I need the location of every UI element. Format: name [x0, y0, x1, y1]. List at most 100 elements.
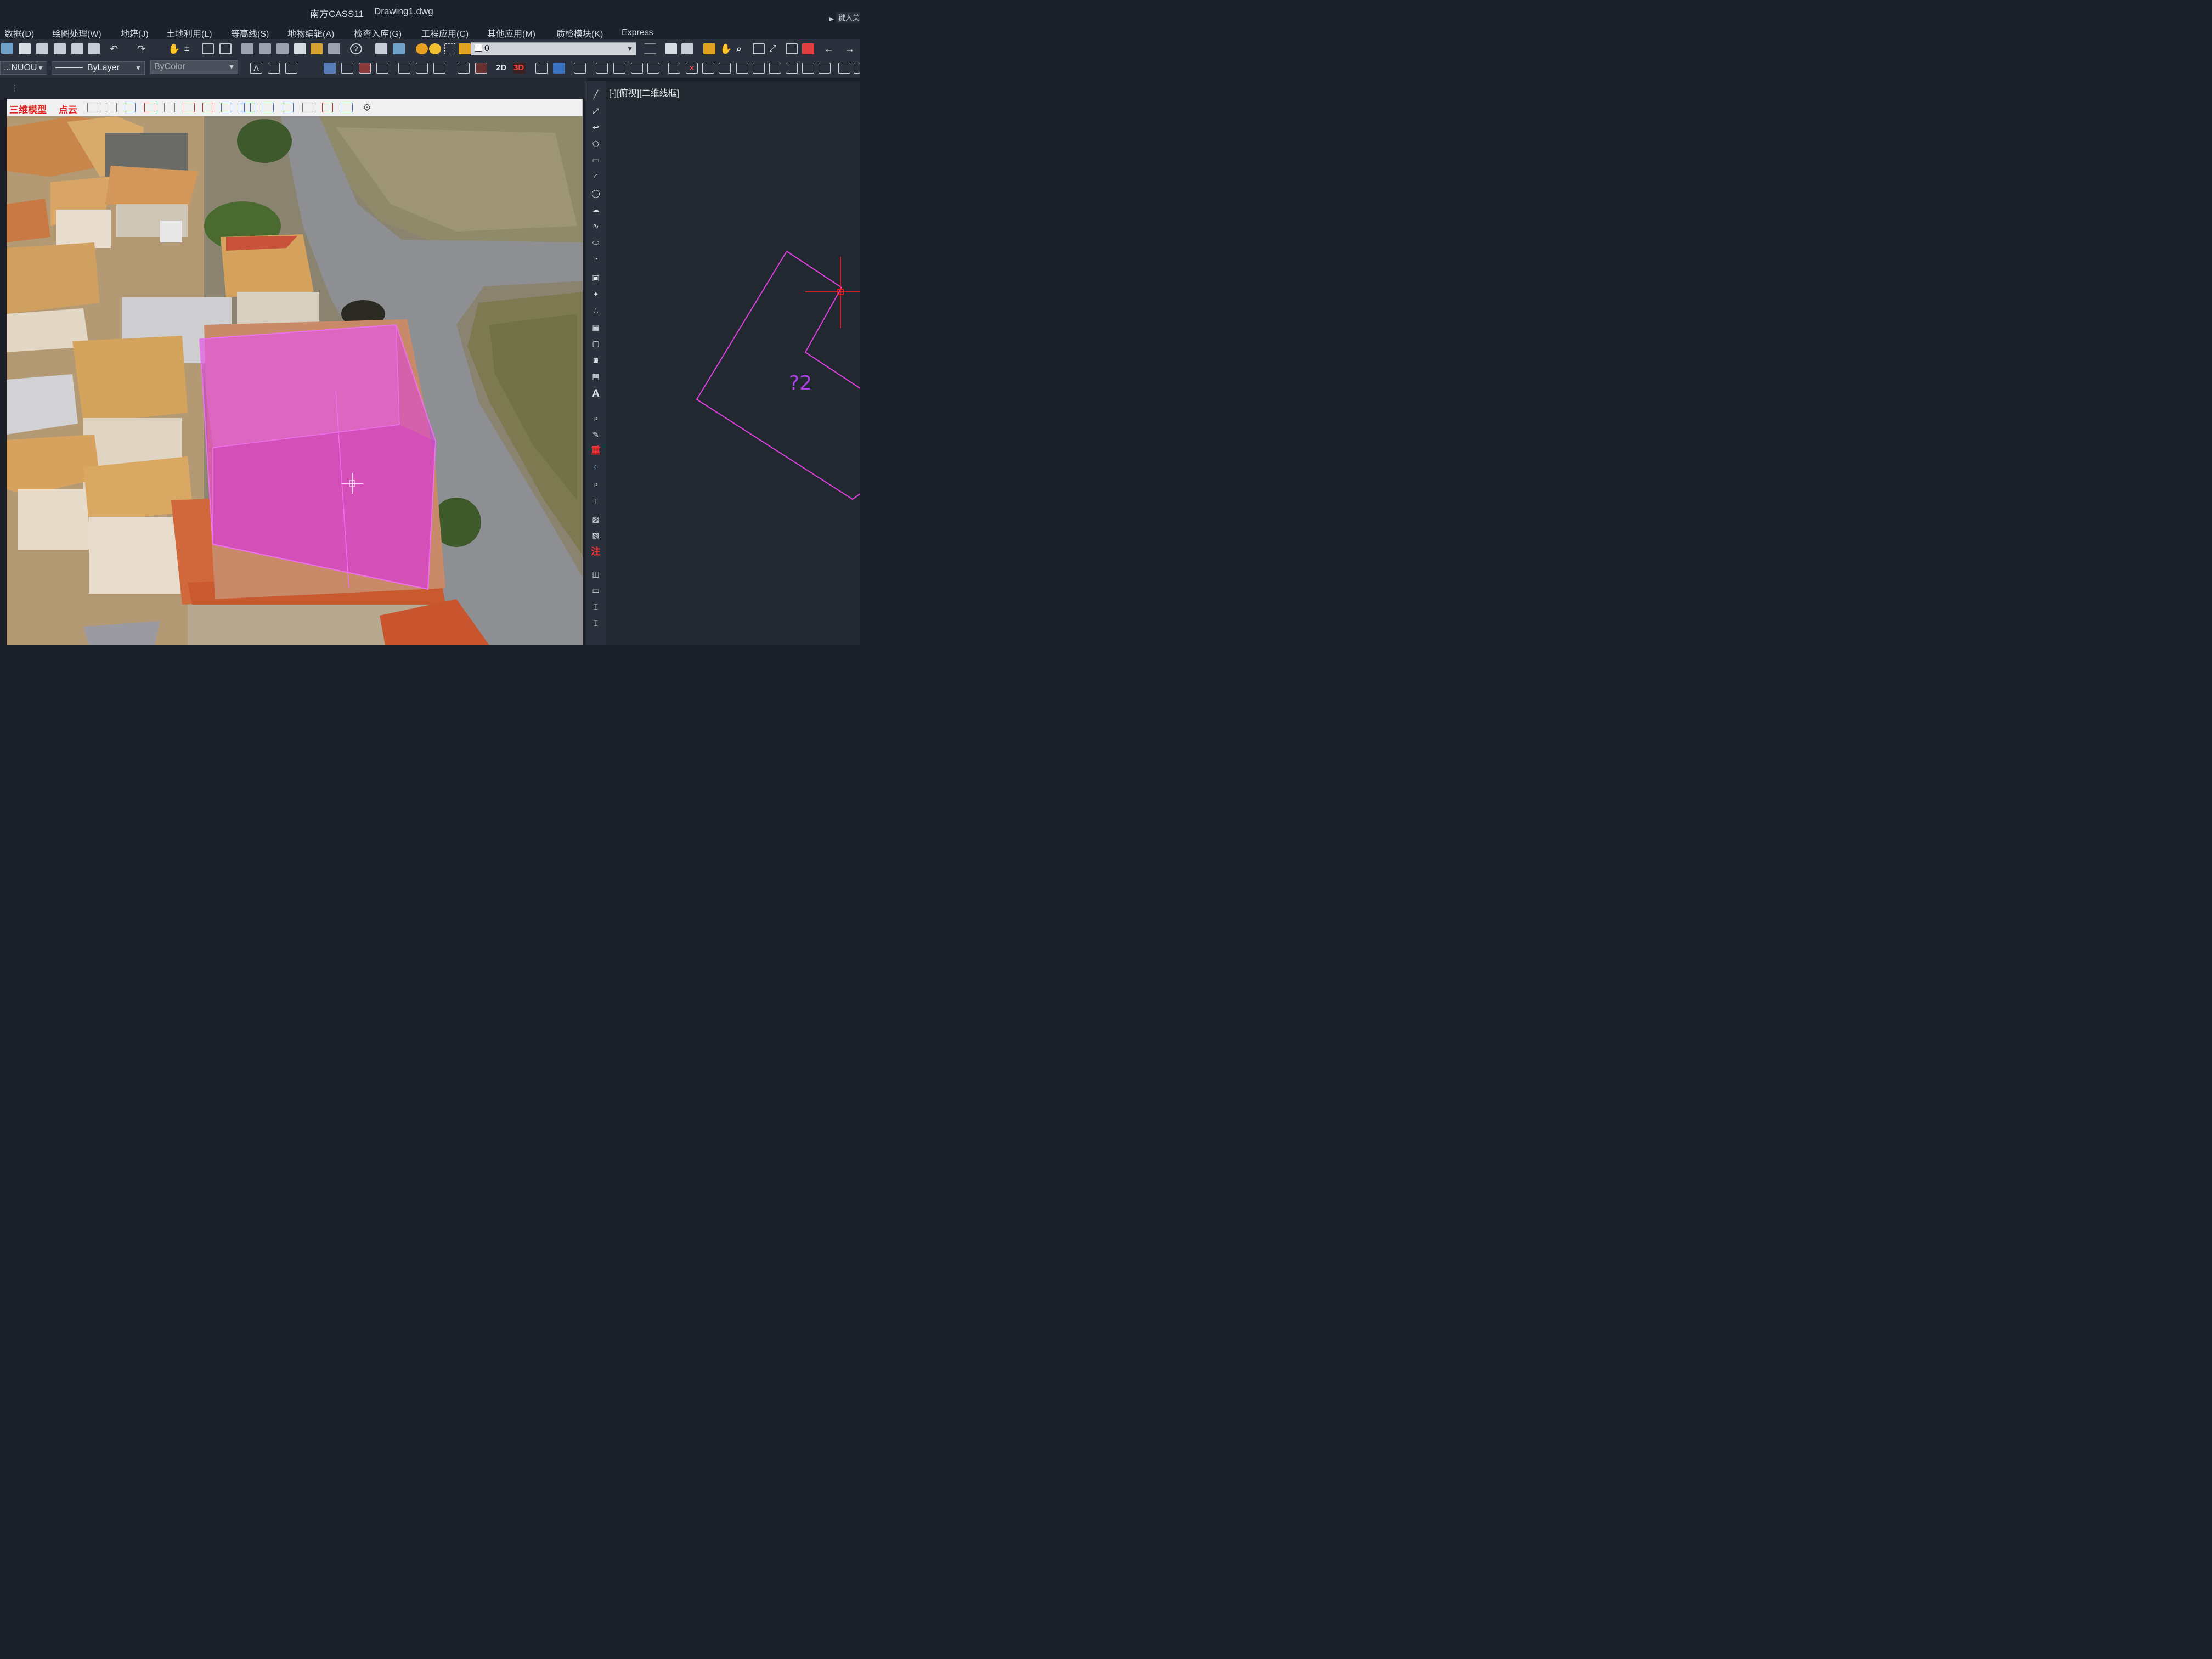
pen-draw-icon[interactable] — [202, 103, 213, 112]
globe-icon[interactable] — [1, 43, 13, 54]
sheet-set-icon[interactable] — [294, 43, 306, 54]
elevation-icon[interactable] — [596, 63, 608, 74]
block-insert-icon[interactable] — [324, 63, 336, 74]
edit-line-icon[interactable] — [719, 63, 731, 74]
paste-icon[interactable] — [54, 43, 66, 54]
line-icon[interactable]: ╱ — [590, 89, 602, 100]
copy-icon[interactable] — [36, 43, 48, 54]
forward-arrow-icon[interactable]: → — [845, 43, 857, 54]
menu-engineering[interactable]: 工程应用(C) — [421, 26, 469, 40]
menu-draw[interactable]: 绘图处理(W) — [52, 26, 101, 40]
image2-icon[interactable]: ▧ — [590, 530, 602, 541]
pan-icon[interactable]: ✋ — [168, 43, 180, 54]
polyline-icon[interactable]: ↩ — [590, 122, 602, 133]
delete-point-icon[interactable]: ✕ — [686, 63, 698, 74]
copy-red-icon[interactable] — [322, 103, 333, 112]
search-input[interactable]: 键入关 — [836, 12, 860, 24]
slope-icon[interactable] — [184, 103, 195, 112]
undo-icon[interactable]: ↶ — [110, 43, 122, 54]
revision-cloud-icon[interactable]: ☁ — [590, 204, 602, 215]
menu-quality[interactable]: 质检模块(K) — [556, 26, 603, 40]
image-icon[interactable]: ▨ — [590, 514, 602, 524]
spline-icon[interactable]: ∿ — [590, 221, 602, 232]
magnifier-icon[interactable]: ⌕ — [736, 43, 748, 54]
color-dropdown[interactable]: ByColor ▼ — [150, 60, 238, 74]
delete-vertex-icon[interactable] — [263, 103, 274, 112]
table-style-icon[interactable] — [285, 63, 297, 74]
zoom-previous-icon[interactable] — [219, 43, 232, 54]
tool-palette-icon[interactable] — [276, 43, 289, 54]
dim-linear-icon[interactable] — [398, 63, 410, 74]
water-icon[interactable] — [221, 103, 232, 112]
highlight-icon[interactable] — [802, 43, 814, 54]
match-properties-icon[interactable] — [71, 43, 83, 54]
ruler-icon[interactable]: ⌶ — [590, 618, 602, 629]
menu-data[interactable]: 数据(D) — [4, 26, 34, 40]
menu-check[interactable]: 检查入库(G) — [354, 26, 402, 40]
dim-aligned-icon[interactable] — [416, 63, 428, 74]
block-delete-icon[interactable] — [359, 63, 371, 74]
more-icon[interactable] — [854, 63, 860, 74]
zoom-window-icon[interactable] — [202, 43, 214, 54]
insert-block-icon[interactable]: ▣ — [590, 272, 602, 283]
menu-feature-edit[interactable]: 地物编辑(A) — [287, 26, 334, 40]
block-edit-icon[interactable] — [376, 63, 388, 74]
layer-name-dropdown[interactable]: ...NUOU ▼ — [0, 61, 47, 75]
snap-point-icon[interactable] — [244, 103, 255, 112]
cube-blue-icon[interactable] — [125, 103, 136, 112]
model-viewport[interactable] — [7, 116, 583, 645]
ellipse-icon[interactable]: ⬭ — [590, 237, 602, 248]
layer-dropdown[interactable]: 0 ▼ — [471, 42, 636, 55]
redo-icon[interactable]: ↷ — [137, 43, 149, 54]
ellipse-arc-icon[interactable]: ◔ — [590, 253, 602, 264]
polygon-icon[interactable]: ⬠ — [590, 138, 602, 149]
gradient-icon[interactable]: ▢ — [590, 338, 602, 349]
menu-cadastre[interactable]: 地籍(J) — [121, 26, 149, 40]
list-icon[interactable] — [819, 63, 831, 74]
split-icon[interactable]: ⌶ — [590, 601, 602, 612]
connect-points-icon[interactable] — [342, 103, 353, 112]
linetype-dropdown[interactable]: ByLayer ▼ — [52, 61, 145, 75]
save-icon[interactable] — [681, 43, 693, 54]
eraser-icon[interactable] — [703, 43, 715, 54]
settings-gear-icon[interactable]: ⚙ — [362, 103, 373, 112]
contour-icon[interactable] — [613, 63, 625, 74]
shade-icon[interactable] — [535, 63, 548, 74]
dots-icon[interactable]: ⁘ — [590, 462, 602, 473]
connect-icon[interactable] — [769, 63, 781, 74]
move-point-icon[interactable] — [702, 63, 714, 74]
properties-icon[interactable] — [241, 43, 253, 54]
view-box-red-icon[interactable] — [475, 63, 487, 74]
circle-icon[interactable]: ◯ — [590, 188, 602, 199]
profile-icon[interactable] — [144, 103, 155, 112]
table-icon[interactable]: ▤ — [590, 371, 602, 382]
layer-state-icon[interactable] — [393, 43, 405, 54]
render-icon[interactable] — [553, 63, 565, 74]
hatch-icon[interactable]: ▦ — [590, 321, 602, 332]
zoom-realtime-icon[interactable]: ± — [184, 43, 196, 54]
bulb-on-icon[interactable] — [416, 43, 428, 54]
point-edit-icon[interactable] — [668, 63, 680, 74]
view-3d-button[interactable]: 3D — [514, 63, 526, 74]
multileader-icon[interactable] — [303, 63, 315, 74]
menu-express[interactable]: Express — [622, 28, 653, 38]
tab-3d-model[interactable]: 三维模型 — [9, 102, 47, 116]
construction-line-icon[interactable]: ⤢ — [590, 105, 602, 116]
open-folder-icon[interactable] — [665, 43, 677, 54]
sun-icon[interactable] — [429, 43, 441, 54]
menu-land-use[interactable]: 土地利用(L) — [166, 26, 212, 40]
cube-select-icon[interactable] — [106, 103, 117, 112]
extend-icon[interactable] — [802, 63, 814, 74]
lock-icon[interactable] — [459, 43, 471, 54]
help-icon[interactable]: ? — [350, 43, 362, 54]
auto-contour-icon[interactable] — [647, 63, 659, 74]
markup-icon[interactable] — [311, 43, 323, 54]
elevation-mark-icon[interactable] — [164, 103, 175, 112]
block-icon[interactable] — [88, 43, 100, 54]
zoom-search-icon[interactable]: ⌕ — [590, 478, 602, 489]
zoom-box-icon[interactable] — [753, 43, 765, 54]
view-2d-button[interactable]: 2D — [496, 63, 508, 74]
dim-continue-icon[interactable] — [433, 63, 445, 74]
annotate-button[interactable]: 注 — [590, 546, 602, 557]
layer-previous-icon[interactable] — [644, 43, 656, 54]
